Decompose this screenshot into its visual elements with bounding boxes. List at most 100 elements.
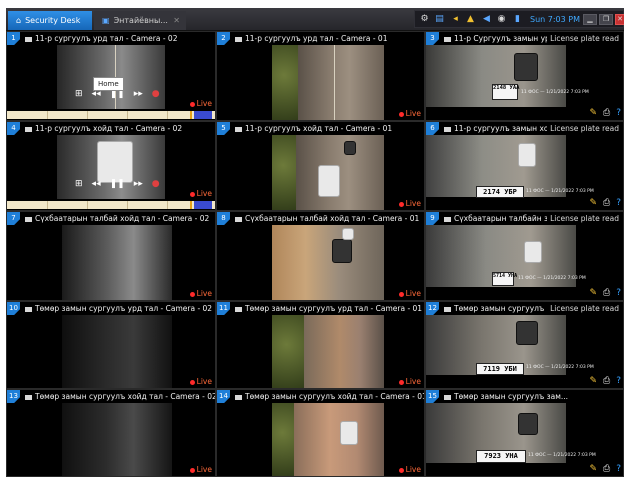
lpr-tools: ✎ ⎙? bbox=[583, 376, 621, 386]
forward-icon[interactable]: ▸▸ bbox=[134, 179, 143, 189]
help-icon[interactable]: ? bbox=[616, 376, 621, 386]
pause-icon[interactable]: ❚❚ bbox=[110, 179, 125, 189]
print-icon[interactable]: ⎙ bbox=[603, 376, 610, 386]
tile-number: 15 bbox=[426, 390, 439, 403]
camera-icon bbox=[25, 216, 32, 222]
lpr-tile[interactable]: 6 11-р сургуулъ замын хойд тал License pl… bbox=[425, 121, 624, 211]
camera-tile[interactable]: 1 11-р сургуулъ урд тал - Camera - 02 ⊞ ◂◂… bbox=[6, 31, 216, 121]
live-label: Live bbox=[405, 109, 421, 118]
tile-title-bar: 15 Төмөр замын сургуулъ зам... bbox=[426, 390, 623, 403]
tile-number: 2 bbox=[217, 32, 230, 45]
tile-number: 5 bbox=[217, 122, 230, 135]
edit-icon[interactable]: ✎ bbox=[589, 288, 597, 298]
camera-tile[interactable]: 8 Сүхбаатарын талбай хойд тал - Camera - … bbox=[216, 211, 425, 301]
tile-title-bar: 13 Төмөр замын сургуулъ хойд тал - Camera… bbox=[7, 390, 215, 403]
edit-icon[interactable]: ✎ bbox=[589, 198, 597, 208]
signal-icon[interactable]: ▮ bbox=[512, 14, 523, 25]
plate-metadata: 11 ФОС — 1/21/2022 7:03 PM bbox=[518, 276, 586, 281]
video-feed bbox=[62, 315, 172, 388]
camera-tile[interactable]: 11 Төмөр замын сургуулъ урд тал - Camera … bbox=[216, 301, 425, 389]
live-label: Live bbox=[405, 465, 421, 474]
video-feed bbox=[272, 403, 384, 476]
fit-icon[interactable]: ⊞ bbox=[75, 89, 83, 99]
license-plate: 5714 УНА bbox=[492, 272, 517, 286]
playback-timeline[interactable] bbox=[7, 201, 215, 209]
home-icon: ⌂ bbox=[16, 16, 22, 25]
fit-icon[interactable]: ⊞ bbox=[75, 179, 83, 189]
security-desk-window: ⌂ Security Desk ▣ Энтайёвны... ✕ ⚙ ▤ ◂ ▲ ◀… bbox=[6, 8, 624, 477]
print-icon[interactable]: ⎙ bbox=[603, 464, 610, 474]
lpr-tile[interactable]: 15 Төмөр замын сургуулъ зам... 7923 УНА 1… bbox=[425, 389, 624, 477]
restore-button[interactable]: ❐ bbox=[599, 14, 613, 25]
forward-icon[interactable]: ▸▸ bbox=[134, 89, 143, 99]
database-icon[interactable]: ▤ bbox=[434, 14, 445, 25]
tile-title: Сүхбаатарын талбай хойд тал - Camera - 0… bbox=[35, 214, 210, 223]
tile-title-bar: 5 11-р сургуулъ хойд тал - Camera - 01 bbox=[217, 122, 424, 135]
camera-tile[interactable]: 14 Төмөр замын сургуулъ хойд тал - Camera… bbox=[216, 389, 425, 477]
camera-tile[interactable]: 10 Төмөр замын сургуулъ урд тал - Camera … bbox=[6, 301, 216, 389]
video-feed bbox=[272, 45, 384, 120]
video-feed bbox=[62, 403, 172, 476]
live-label: Live bbox=[405, 289, 421, 298]
camera-grid: 1 11-р сургуулъ урд тал - Camera - 02 ⊞ ◂◂… bbox=[6, 31, 624, 477]
live-indicator: Live bbox=[398, 109, 421, 118]
tab-monitoring[interactable]: ▣ Энтайёвны... ✕ bbox=[94, 11, 186, 30]
lpr-tools: ✎ ⎙? bbox=[583, 288, 621, 298]
lpr-tile[interactable]: 9 Сүхбаатарын талбайн замын хо... License… bbox=[425, 211, 624, 301]
tile-title: 11-р сургуулъ урд тал - Camera - 01 bbox=[245, 34, 388, 43]
camera-tile[interactable]: 13 Төмөр замын сургуулъ хойд тал - Camera… bbox=[6, 389, 216, 477]
edit-icon[interactable]: ✎ bbox=[589, 464, 597, 474]
video-feed bbox=[272, 135, 384, 210]
tile-number: 8 bbox=[217, 212, 230, 225]
help-icon[interactable]: ? bbox=[616, 464, 621, 474]
minimize-button[interactable]: ▁ bbox=[583, 14, 597, 25]
rewind-icon[interactable]: ◂◂ bbox=[92, 179, 101, 189]
lpr-tile[interactable]: 12 Төмөр замын сургуулъ зам... License pl… bbox=[425, 301, 624, 389]
print-icon[interactable]: ⎙ bbox=[603, 288, 610, 298]
tile-title-bar: 14 Төмөр замын сургуулъ хойд тал - Camera… bbox=[217, 390, 424, 403]
camera-icon bbox=[444, 306, 451, 312]
camera-tile[interactable]: 7 Сүхбаатарын талбай хойд тал - Camera - … bbox=[6, 211, 216, 301]
lpr-tile[interactable]: 3 11-р Сургуулъ замын урд тал License pla… bbox=[425, 31, 624, 121]
tile-number: 9 bbox=[426, 212, 439, 225]
tile-title: Төмөр замын сургуулъ хойд тал - Camera -… bbox=[245, 392, 424, 401]
license-plate: 7119 УБИ bbox=[476, 363, 524, 375]
camera-tile[interactable]: 5 11-р сургуулъ хойд тал - Camera - 01 Li… bbox=[216, 121, 425, 211]
live-indicator: Live bbox=[398, 289, 421, 298]
playback-timeline[interactable] bbox=[7, 111, 215, 119]
camera-icon bbox=[444, 36, 451, 42]
network-icon[interactable]: ◉ bbox=[496, 14, 507, 25]
edit-icon[interactable]: ✎ bbox=[589, 376, 597, 386]
speaker-icon[interactable]: ◀ bbox=[481, 14, 492, 25]
live-indicator: Live bbox=[189, 289, 212, 298]
tile-number: 3 bbox=[426, 32, 439, 45]
print-icon[interactable]: ⎙ bbox=[603, 108, 610, 118]
tile-title: 11-р сургуулъ хойд тал - Camera - 02 bbox=[35, 124, 183, 133]
camera-tile[interactable]: 2 11-р сургуулъ урд тал - Camera - 01 Liv… bbox=[216, 31, 425, 121]
gear-icon[interactable]: ⚙ bbox=[419, 14, 430, 25]
record-icon[interactable]: ● bbox=[152, 89, 160, 99]
tile-number: 14 bbox=[217, 390, 230, 403]
help-icon[interactable]: ? bbox=[616, 108, 621, 118]
help-icon[interactable]: ? bbox=[616, 198, 621, 208]
top-bar: ⌂ Security Desk ▣ Энтайёвны... ✕ ⚙ ▤ ◂ ▲ ◀… bbox=[6, 8, 624, 31]
tile-title: Төмөр замын сургуулъ хойд тал - Camera -… bbox=[35, 392, 215, 401]
print-icon[interactable]: ⎙ bbox=[603, 198, 610, 208]
license-plate: 7923 УНА bbox=[476, 450, 526, 463]
close-tab-icon[interactable]: ✕ bbox=[173, 11, 180, 30]
record-icon[interactable]: ● bbox=[152, 179, 160, 189]
close-button[interactable]: ✕ bbox=[615, 14, 624, 25]
tab-security-desk[interactable]: ⌂ Security Desk bbox=[8, 11, 92, 30]
camera-tile[interactable]: 4 11-р сургуулъ хойд тал - Camera - 02 ⊞ ◂… bbox=[6, 121, 216, 211]
tile-number: 1 bbox=[7, 32, 20, 45]
camera-icon bbox=[444, 216, 451, 222]
clock: Sun 7:03 PM bbox=[530, 15, 580, 24]
help-icon[interactable]: ? bbox=[616, 288, 621, 298]
arrow-icon[interactable]: ◂ bbox=[450, 14, 461, 25]
tab-label: Энтайёвны... bbox=[113, 16, 168, 25]
edit-icon[interactable]: ✎ bbox=[589, 108, 597, 118]
alarm-icon[interactable]: ▲ bbox=[465, 14, 476, 25]
lpr-tools: ✎ ⎙? bbox=[583, 108, 621, 118]
camera-icon bbox=[25, 306, 32, 312]
camera-icon bbox=[25, 36, 32, 42]
